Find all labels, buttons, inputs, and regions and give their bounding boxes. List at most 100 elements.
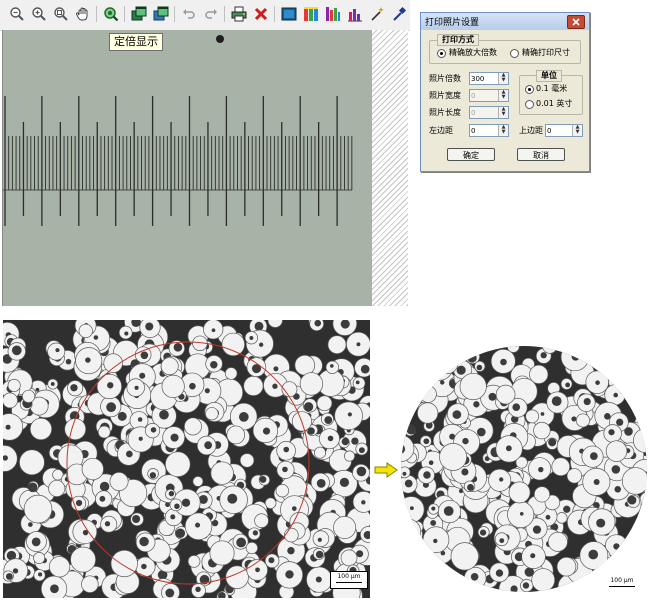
- magic-wand-icon[interactable]: [368, 5, 386, 23]
- scale-bar-left: 100 µm: [330, 571, 368, 589]
- magnification-spinner[interactable]: ▲▼: [469, 72, 509, 85]
- left-margin-spinner[interactable]: ▲▼: [469, 124, 509, 137]
- nodule: [211, 328, 216, 333]
- radio-unit-inch[interactable]: [525, 100, 534, 109]
- hand-icon[interactable]: [74, 5, 92, 23]
- cancel-button[interactable]: 取消: [517, 148, 565, 161]
- nodule: [132, 514, 141, 524]
- left-margin-label: 左边距: [429, 126, 453, 135]
- nodule: [610, 379, 615, 383]
- film-icon[interactable]: [280, 5, 298, 23]
- grain: [401, 549, 408, 564]
- grain: [450, 542, 479, 571]
- nodule: [238, 412, 249, 422]
- dialog-titlebar[interactable]: 打印照片设置: [421, 13, 589, 30]
- grain: [205, 407, 219, 421]
- radio-precise-size[interactable]: [510, 49, 519, 58]
- radio-precise-zoom[interactable]: [437, 49, 446, 58]
- spinner-arrows-icon[interactable]: ▲ ▼: [498, 73, 508, 84]
- nodule: [532, 525, 542, 534]
- nodule: [510, 585, 518, 592]
- nodule: [283, 446, 290, 453]
- nodule: [583, 397, 591, 406]
- grain: [3, 392, 18, 409]
- grain: [556, 512, 568, 524]
- length-spinner: ▲▼: [469, 106, 509, 119]
- nodule: [249, 335, 254, 340]
- nodule: [595, 380, 600, 385]
- grain: [401, 346, 415, 362]
- nodule: [273, 366, 279, 372]
- magnification-input[interactable]: [471, 73, 497, 84]
- grain: [299, 372, 324, 396]
- nodule: [467, 484, 474, 491]
- micrograph-texture: [3, 320, 370, 598]
- undo-icon[interactable]: [180, 5, 198, 23]
- nodule: [324, 416, 333, 424]
- grain: [403, 539, 429, 566]
- grain: [422, 353, 444, 375]
- grain: [417, 402, 439, 424]
- spinner-arrows-icon[interactable]: ▲ ▼: [572, 125, 582, 136]
- nodule: [467, 353, 477, 363]
- nodule: [614, 486, 622, 493]
- grain: [314, 446, 326, 459]
- ok-button[interactable]: 确定: [447, 148, 495, 161]
- delete-icon[interactable]: [252, 5, 270, 23]
- microscope-viewport[interactable]: [2, 30, 373, 306]
- grain: [626, 548, 643, 566]
- zoom-in-icon[interactable]: [30, 5, 48, 23]
- print-icon[interactable]: [230, 5, 248, 23]
- left-margin-input[interactable]: [471, 125, 497, 136]
- grain: [625, 553, 645, 573]
- nodule: [404, 479, 413, 488]
- nodule: [181, 498, 191, 507]
- top-margin-input[interactable]: [547, 125, 571, 136]
- color-bars-icon[interactable]: [302, 5, 320, 23]
- nodule: [99, 481, 110, 492]
- nodule: [303, 402, 314, 412]
- grain: [412, 349, 426, 364]
- eyedropper-icon[interactable]: [390, 5, 408, 23]
- window-stack-alt-icon[interactable]: [152, 5, 170, 23]
- nodule: [402, 359, 408, 366]
- nodule: [28, 522, 33, 527]
- nodule: [165, 588, 175, 598]
- magnify-search-icon[interactable]: [102, 5, 120, 23]
- grain: [439, 443, 468, 471]
- grain: [404, 572, 422, 590]
- grain: [435, 351, 459, 375]
- nodule: [405, 526, 413, 533]
- grain: [81, 457, 104, 481]
- nodule: [356, 342, 361, 347]
- tooltip: 定倍显示: [109, 33, 163, 51]
- color-levels-icon[interactable]: [324, 5, 342, 23]
- nodule: [5, 573, 13, 580]
- histogram-icon[interactable]: [346, 5, 364, 23]
- window-stack-icon[interactable]: [130, 5, 148, 23]
- nodule: [401, 555, 405, 560]
- grain: [33, 552, 46, 564]
- nodule: [423, 471, 431, 479]
- redo-icon[interactable]: [202, 5, 220, 23]
- grain: [7, 378, 21, 392]
- nodule: [401, 589, 407, 592]
- nodule: [613, 392, 619, 398]
- close-button[interactable]: [567, 15, 585, 29]
- nodule: [272, 383, 278, 389]
- nodule: [315, 550, 324, 559]
- top-margin-spinner[interactable]: ▲▼: [545, 124, 583, 137]
- zoom-fit-icon[interactable]: [52, 5, 70, 23]
- zoom-out-icon[interactable]: [8, 5, 26, 23]
- nodule: [640, 525, 647, 534]
- spinner-arrows-icon[interactable]: ▲ ▼: [498, 125, 508, 136]
- radio-unit-mm[interactable]: [525, 85, 534, 94]
- grain: [547, 531, 568, 552]
- nodule: [415, 367, 422, 375]
- nodule: [644, 423, 647, 427]
- nodule: [565, 382, 571, 388]
- grain: [243, 375, 264, 397]
- grain: [405, 359, 431, 385]
- nodule: [126, 450, 133, 458]
- nodule: [291, 506, 297, 511]
